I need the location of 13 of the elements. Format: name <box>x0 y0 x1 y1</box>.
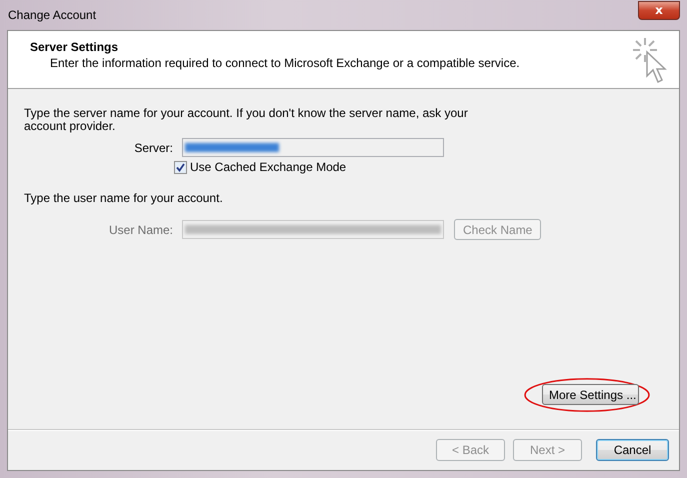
window-title: Change Account <box>8 8 96 22</box>
dialog-button[interactable]: Cancel <box>596 439 669 461</box>
checkbox-icon[interactable] <box>174 160 187 174</box>
section-subtitle: Enter the information required to connect to Microsoft Exchange or a compatible service. <box>50 56 520 70</box>
field-label: User Name: <box>108 222 174 236</box>
section-title: Server Settings <box>30 40 120 54</box>
field-label: Server: <box>133 140 174 154</box>
instruction-text: Type the user name for your account. <box>24 192 224 205</box>
server-field[interactable] <box>182 138 444 157</box>
checkbox-label[interactable]: Use Cached Exchange Mode <box>190 160 346 174</box>
instruction-text: Type the server name for your account. If you don't know the server name, ask your account provider. <box>24 107 469 133</box>
close-button[interactable]: x <box>638 0 680 20</box>
more-settings-button[interactable]: More Settings ... <box>542 384 639 405</box>
